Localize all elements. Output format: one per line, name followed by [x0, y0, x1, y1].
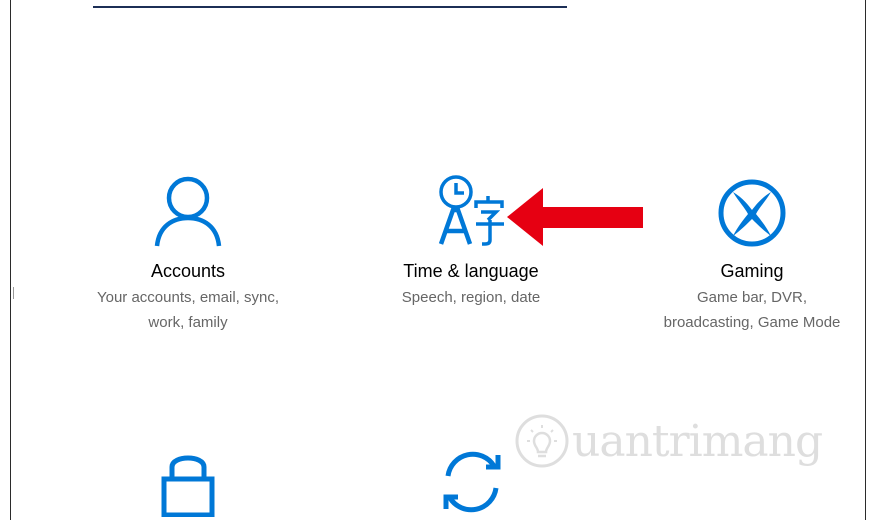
partial-text-fragment — [13, 287, 14, 299]
tile-description: work, family — [148, 314, 228, 331]
watermark: uantrimang — [514, 410, 834, 472]
window-left-edge — [0, 0, 11, 520]
tile-title: Gaming — [720, 261, 784, 281]
tile-gaming[interactable]: Gaming Game bar, DVR, broadcasting, Game… — [632, 170, 870, 340]
watermark-text: uantrimang — [572, 415, 823, 467]
red-arrow-icon — [507, 188, 643, 246]
person-icon — [154, 176, 222, 247]
tile-description: Game bar, DVR, — [696, 289, 808, 306]
tile-description: Your accounts, email, sync, — [96, 289, 280, 306]
lock-icon[interactable] — [161, 447, 215, 517]
time-language-icon — [438, 175, 504, 246]
tile-description: Speech, region, date — [401, 289, 541, 306]
search-box-underline[interactable] — [93, 6, 567, 8]
tile-description: broadcasting, Game Mode — [663, 314, 841, 331]
sync-icon[interactable] — [436, 446, 508, 518]
tile-accounts[interactable]: Accounts Your accounts, email, sync, wor… — [68, 170, 308, 340]
tile-title: Time & language — [403, 261, 539, 281]
lightbulb-icon — [515, 414, 569, 468]
tile-title: Accounts — [150, 261, 226, 281]
xbox-icon — [718, 179, 786, 247]
